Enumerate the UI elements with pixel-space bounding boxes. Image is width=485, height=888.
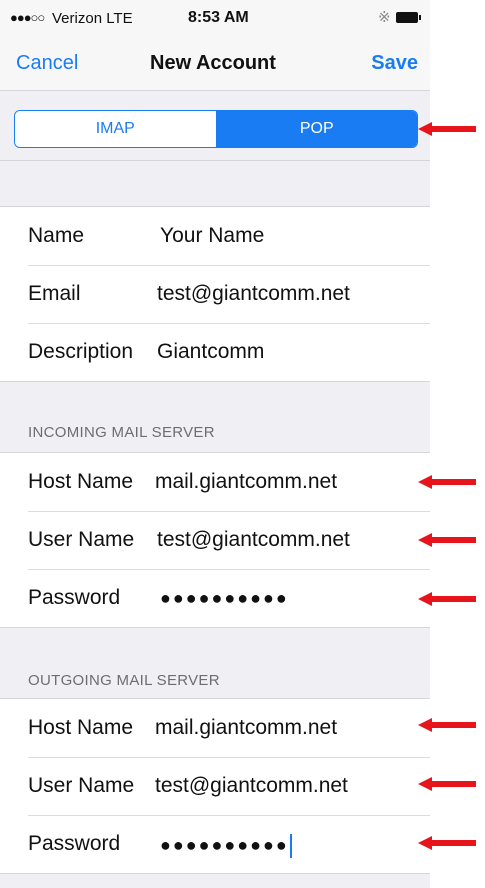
outgoing-password-field-wrap[interactable]: ●●●●●●●●●● <box>160 834 292 858</box>
annotation-arrow-icon <box>418 836 476 850</box>
incoming-server-header: INCOMING MAIL SERVER <box>28 424 215 441</box>
outgoing-user-label: User Name <box>28 774 135 797</box>
description-row[interactable]: Description Giantcomm <box>0 323 430 381</box>
outgoing-host-field[interactable]: mail.giantcomm.net <box>155 716 337 740</box>
account-type-segmented-control: IMAP POP <box>14 110 418 148</box>
description-label: Description <box>28 340 134 363</box>
carrier-label: Verizon LTE <box>52 10 133 27</box>
incoming-host-field[interactable]: mail.giantcomm.net <box>155 470 337 494</box>
description-field[interactable]: Giantcomm <box>157 340 264 364</box>
annotation-arrow-icon <box>418 475 476 489</box>
email-field[interactable]: test@giantcomm.net <box>157 282 350 306</box>
phone-screen: ●●●○○ Verizon LTE 8:53 AM ※ Cancel New A… <box>0 0 430 888</box>
cancel-button[interactable]: Cancel <box>16 52 78 75</box>
bluetooth-icon: ※ <box>378 9 391 26</box>
name-field[interactable]: Your Name <box>160 224 264 248</box>
imap-segment[interactable]: IMAP <box>15 111 217 147</box>
incoming-server-group: Host Name mail.giantcomm.net User Name t… <box>0 452 430 628</box>
account-info-group: Name Your Name Email test@giantcomm.net … <box>0 206 430 382</box>
outgoing-server-header: OUTGOING MAIL SERVER <box>28 672 220 689</box>
incoming-user-label: User Name <box>28 528 135 551</box>
annotation-arrow-icon <box>418 777 476 791</box>
annotation-arrow-icon <box>418 592 476 606</box>
outgoing-user-row[interactable]: User Name test@giantcomm.net <box>0 757 430 815</box>
email-row[interactable]: Email test@giantcomm.net <box>0 265 430 323</box>
name-label: Name <box>28 224 85 247</box>
annotation-arrow-icon <box>418 533 476 547</box>
battery-icon <box>396 12 421 23</box>
save-button[interactable]: Save <box>371 52 418 75</box>
outgoing-host-row[interactable]: Host Name mail.giantcomm.net <box>0 699 430 757</box>
status-time: 8:53 AM <box>188 9 249 26</box>
divider <box>0 160 430 161</box>
pop-segment[interactable]: POP <box>216 111 417 147</box>
outgoing-password-field[interactable]: ●●●●●●●●●● <box>160 835 289 855</box>
incoming-password-label: Password <box>28 586 121 609</box>
outgoing-server-group: Host Name mail.giantcomm.net User Name t… <box>0 698 430 874</box>
status-bar: ●●●○○ Verizon LTE 8:53 AM ※ <box>0 0 430 38</box>
incoming-host-label: Host Name <box>28 470 134 493</box>
outgoing-host-label: Host Name <box>28 716 134 739</box>
outgoing-user-field[interactable]: test@giantcomm.net <box>155 774 348 798</box>
incoming-user-row[interactable]: User Name test@giantcomm.net <box>0 511 430 569</box>
email-label: Email <box>28 282 81 305</box>
text-cursor <box>289 834 292 858</box>
outgoing-password-label: Password <box>28 832 121 855</box>
incoming-user-field[interactable]: test@giantcomm.net <box>157 528 350 552</box>
annotation-arrow-icon <box>418 718 476 732</box>
annotation-arrow-icon <box>418 122 476 136</box>
incoming-password-field[interactable]: ●●●●●●●●●● <box>160 588 289 609</box>
page-title: New Account <box>150 52 276 74</box>
outgoing-password-row[interactable]: Password ●●●●●●●●●● <box>0 815 430 873</box>
incoming-host-row[interactable]: Host Name mail.giantcomm.net <box>0 453 430 511</box>
signal-strength-icon: ●●●○○ <box>10 10 45 25</box>
navigation-bar: Cancel New Account Save <box>0 38 430 91</box>
name-row[interactable]: Name Your Name <box>0 207 430 265</box>
incoming-password-row[interactable]: Password ●●●●●●●●●● <box>0 569 430 627</box>
